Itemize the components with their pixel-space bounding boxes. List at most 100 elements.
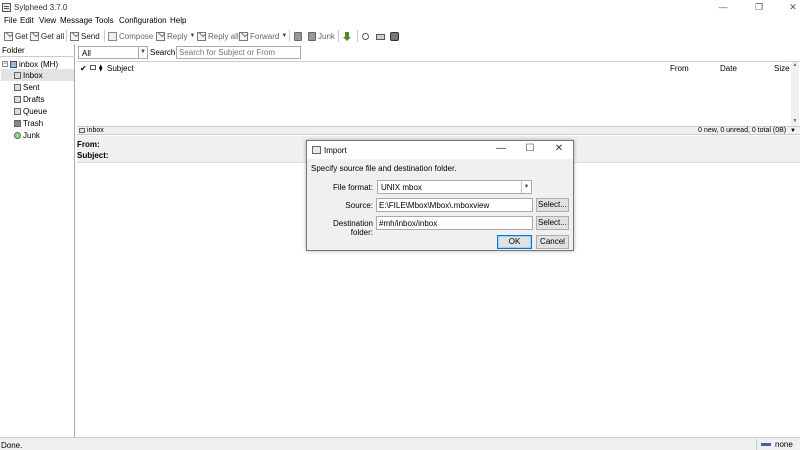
reply-button[interactable]: Reply ▼	[156, 30, 195, 42]
menu-view[interactable]: View	[39, 16, 56, 25]
down-arrow-icon	[343, 31, 351, 41]
compose-button[interactable]: Compose	[108, 30, 153, 42]
column-mark[interactable]: ✔	[80, 64, 87, 73]
search-label: Search:	[150, 48, 178, 57]
status-message: Done.	[1, 441, 23, 450]
delete-button[interactable]	[294, 30, 304, 42]
mail-get-icon	[4, 31, 13, 41]
source-field[interactable]	[376, 198, 533, 212]
reply-all-button[interactable]: Reply all	[197, 30, 239, 42]
toolbar-separator	[338, 30, 339, 42]
column-from[interactable]: From	[670, 64, 689, 73]
search-button[interactable]	[362, 30, 371, 42]
dialog-title-bar: Import — ☐ ✕	[307, 141, 573, 159]
cancel-button[interactable]: Cancel	[536, 235, 569, 249]
dialog-instruction: Specify source file and destination fold…	[311, 164, 457, 173]
column-date[interactable]: Date	[720, 64, 737, 73]
menu-help[interactable]: Help	[170, 16, 186, 25]
get-button[interactable]: Get	[4, 30, 28, 42]
next-unread-button[interactable]	[343, 30, 353, 42]
menu-tools[interactable]: Tools	[95, 16, 114, 25]
menu-file[interactable]: File	[4, 16, 17, 25]
reply-dropdown-icon[interactable]: ▼	[189, 33, 195, 39]
chevron-down-icon: ▼	[521, 181, 531, 193]
from-label: From:	[77, 140, 100, 149]
message-list: ✔ ⧫ Subject From Date Size ▲ ▼	[77, 61, 800, 126]
folder-item-queue[interactable]: Queue	[14, 105, 47, 117]
menu-bar: File Edit View Message Tools Configurati…	[0, 15, 800, 28]
reply-all-icon	[197, 31, 206, 41]
menu-message[interactable]: Message	[60, 16, 92, 25]
message-list-scrollbar[interactable]: ▲ ▼	[791, 62, 799, 126]
folder-item-inbox[interactable]: Inbox	[1, 69, 74, 81]
junk-icon	[308, 31, 316, 41]
queue-icon	[14, 107, 21, 115]
file-format-label: File format:	[332, 183, 373, 192]
title-bar: Sylpheed 3.7.0 — ❐ ✕	[0, 0, 800, 15]
execute-icon	[390, 31, 399, 41]
chevron-down-icon: ▼	[138, 47, 147, 58]
forward-button[interactable]: Forward ▼	[239, 30, 287, 42]
print-button[interactable]	[376, 30, 387, 42]
dialog-minimize-button[interactable]: —	[494, 143, 508, 154]
toolbar-separator	[104, 30, 105, 42]
stop-button[interactable]	[390, 30, 401, 42]
online-toggle[interactable]: none	[756, 439, 793, 450]
toolbar-separator	[357, 30, 358, 42]
folder-item-trash[interactable]: Trash	[14, 117, 43, 129]
close-button[interactable]: ✕	[770, 0, 800, 15]
column-size[interactable]: Size	[774, 64, 790, 73]
column-subject[interactable]: Subject	[107, 64, 134, 73]
current-folder: inbox	[79, 127, 104, 134]
folder-item-junk[interactable]: Junk	[14, 129, 40, 141]
column-unread-icon[interactable]	[90, 65, 96, 70]
message-list-header: ✔ ⧫ Subject From Date Size	[77, 62, 800, 75]
drafts-icon	[14, 95, 21, 103]
send-button[interactable]: Send	[70, 30, 100, 42]
folder-item-sent[interactable]: Sent	[14, 81, 39, 93]
status-bar: Done. none	[0, 437, 800, 450]
destination-folder-field[interactable]	[376, 216, 533, 230]
subject-label: Subject:	[77, 151, 109, 160]
forward-icon	[239, 31, 248, 41]
collapse-icon[interactable]: −	[2, 61, 8, 67]
dialog-maximize-button[interactable]: ☐	[523, 143, 537, 154]
get-all-button[interactable]: Get all	[30, 30, 64, 42]
compose-icon	[108, 31, 117, 41]
dialog-close-button[interactable]: ✕	[552, 143, 566, 154]
destination-select-button[interactable]: Select...	[536, 216, 569, 230]
folder-item-drafts[interactable]: Drafts	[14, 93, 44, 105]
toolbar: Get Get all Send Compose Reply ▼ Reply a…	[0, 29, 800, 43]
ok-button[interactable]: OK	[497, 235, 532, 249]
menu-configuration[interactable]: Configuration	[119, 16, 167, 25]
sent-icon	[14, 83, 21, 91]
magnifier-icon	[362, 32, 369, 40]
message-counts: 0 new, 0 unread, 0 total (0B) ▼	[698, 127, 796, 134]
forward-dropdown-icon[interactable]: ▼	[281, 33, 287, 39]
folder-pane: Folder − inbox (MH) Inbox Sent Drafts Qu…	[0, 44, 75, 437]
search-input[interactable]	[176, 46, 301, 59]
toolbar-separator	[289, 30, 290, 42]
reply-icon	[156, 31, 165, 41]
folder-header[interactable]: Folder	[0, 44, 75, 57]
source-select-button[interactable]: Select...	[536, 198, 569, 212]
summary-status-line: inbox 0 new, 0 unread, 0 total (0B) ▼	[77, 126, 800, 135]
chevron-down-icon[interactable]: ▼	[790, 128, 796, 134]
trash-icon	[14, 119, 21, 127]
filter-select[interactable]: All ▼	[78, 46, 148, 59]
printer-icon	[376, 34, 385, 40]
dialog-title: Import	[324, 146, 347, 155]
filter-bar: All ▼ Search:	[77, 44, 800, 61]
window-title: Sylpheed 3.7.0	[14, 3, 68, 12]
column-attachment-icon[interactable]: ⧫	[99, 64, 102, 72]
file-format-select[interactable]: UNIX mbox ▼	[377, 180, 532, 194]
scroll-down-icon[interactable]: ▼	[791, 118, 799, 126]
source-label: Source:	[345, 201, 373, 210]
folder-icon	[79, 128, 85, 133]
plug-icon	[761, 443, 771, 446]
junk-button[interactable]: Junk	[308, 30, 335, 42]
mail-get-all-icon	[30, 31, 39, 41]
menu-edit[interactable]: Edit	[20, 16, 34, 25]
toolbar-separator	[66, 30, 67, 42]
scroll-up-icon[interactable]: ▲	[791, 62, 799, 70]
